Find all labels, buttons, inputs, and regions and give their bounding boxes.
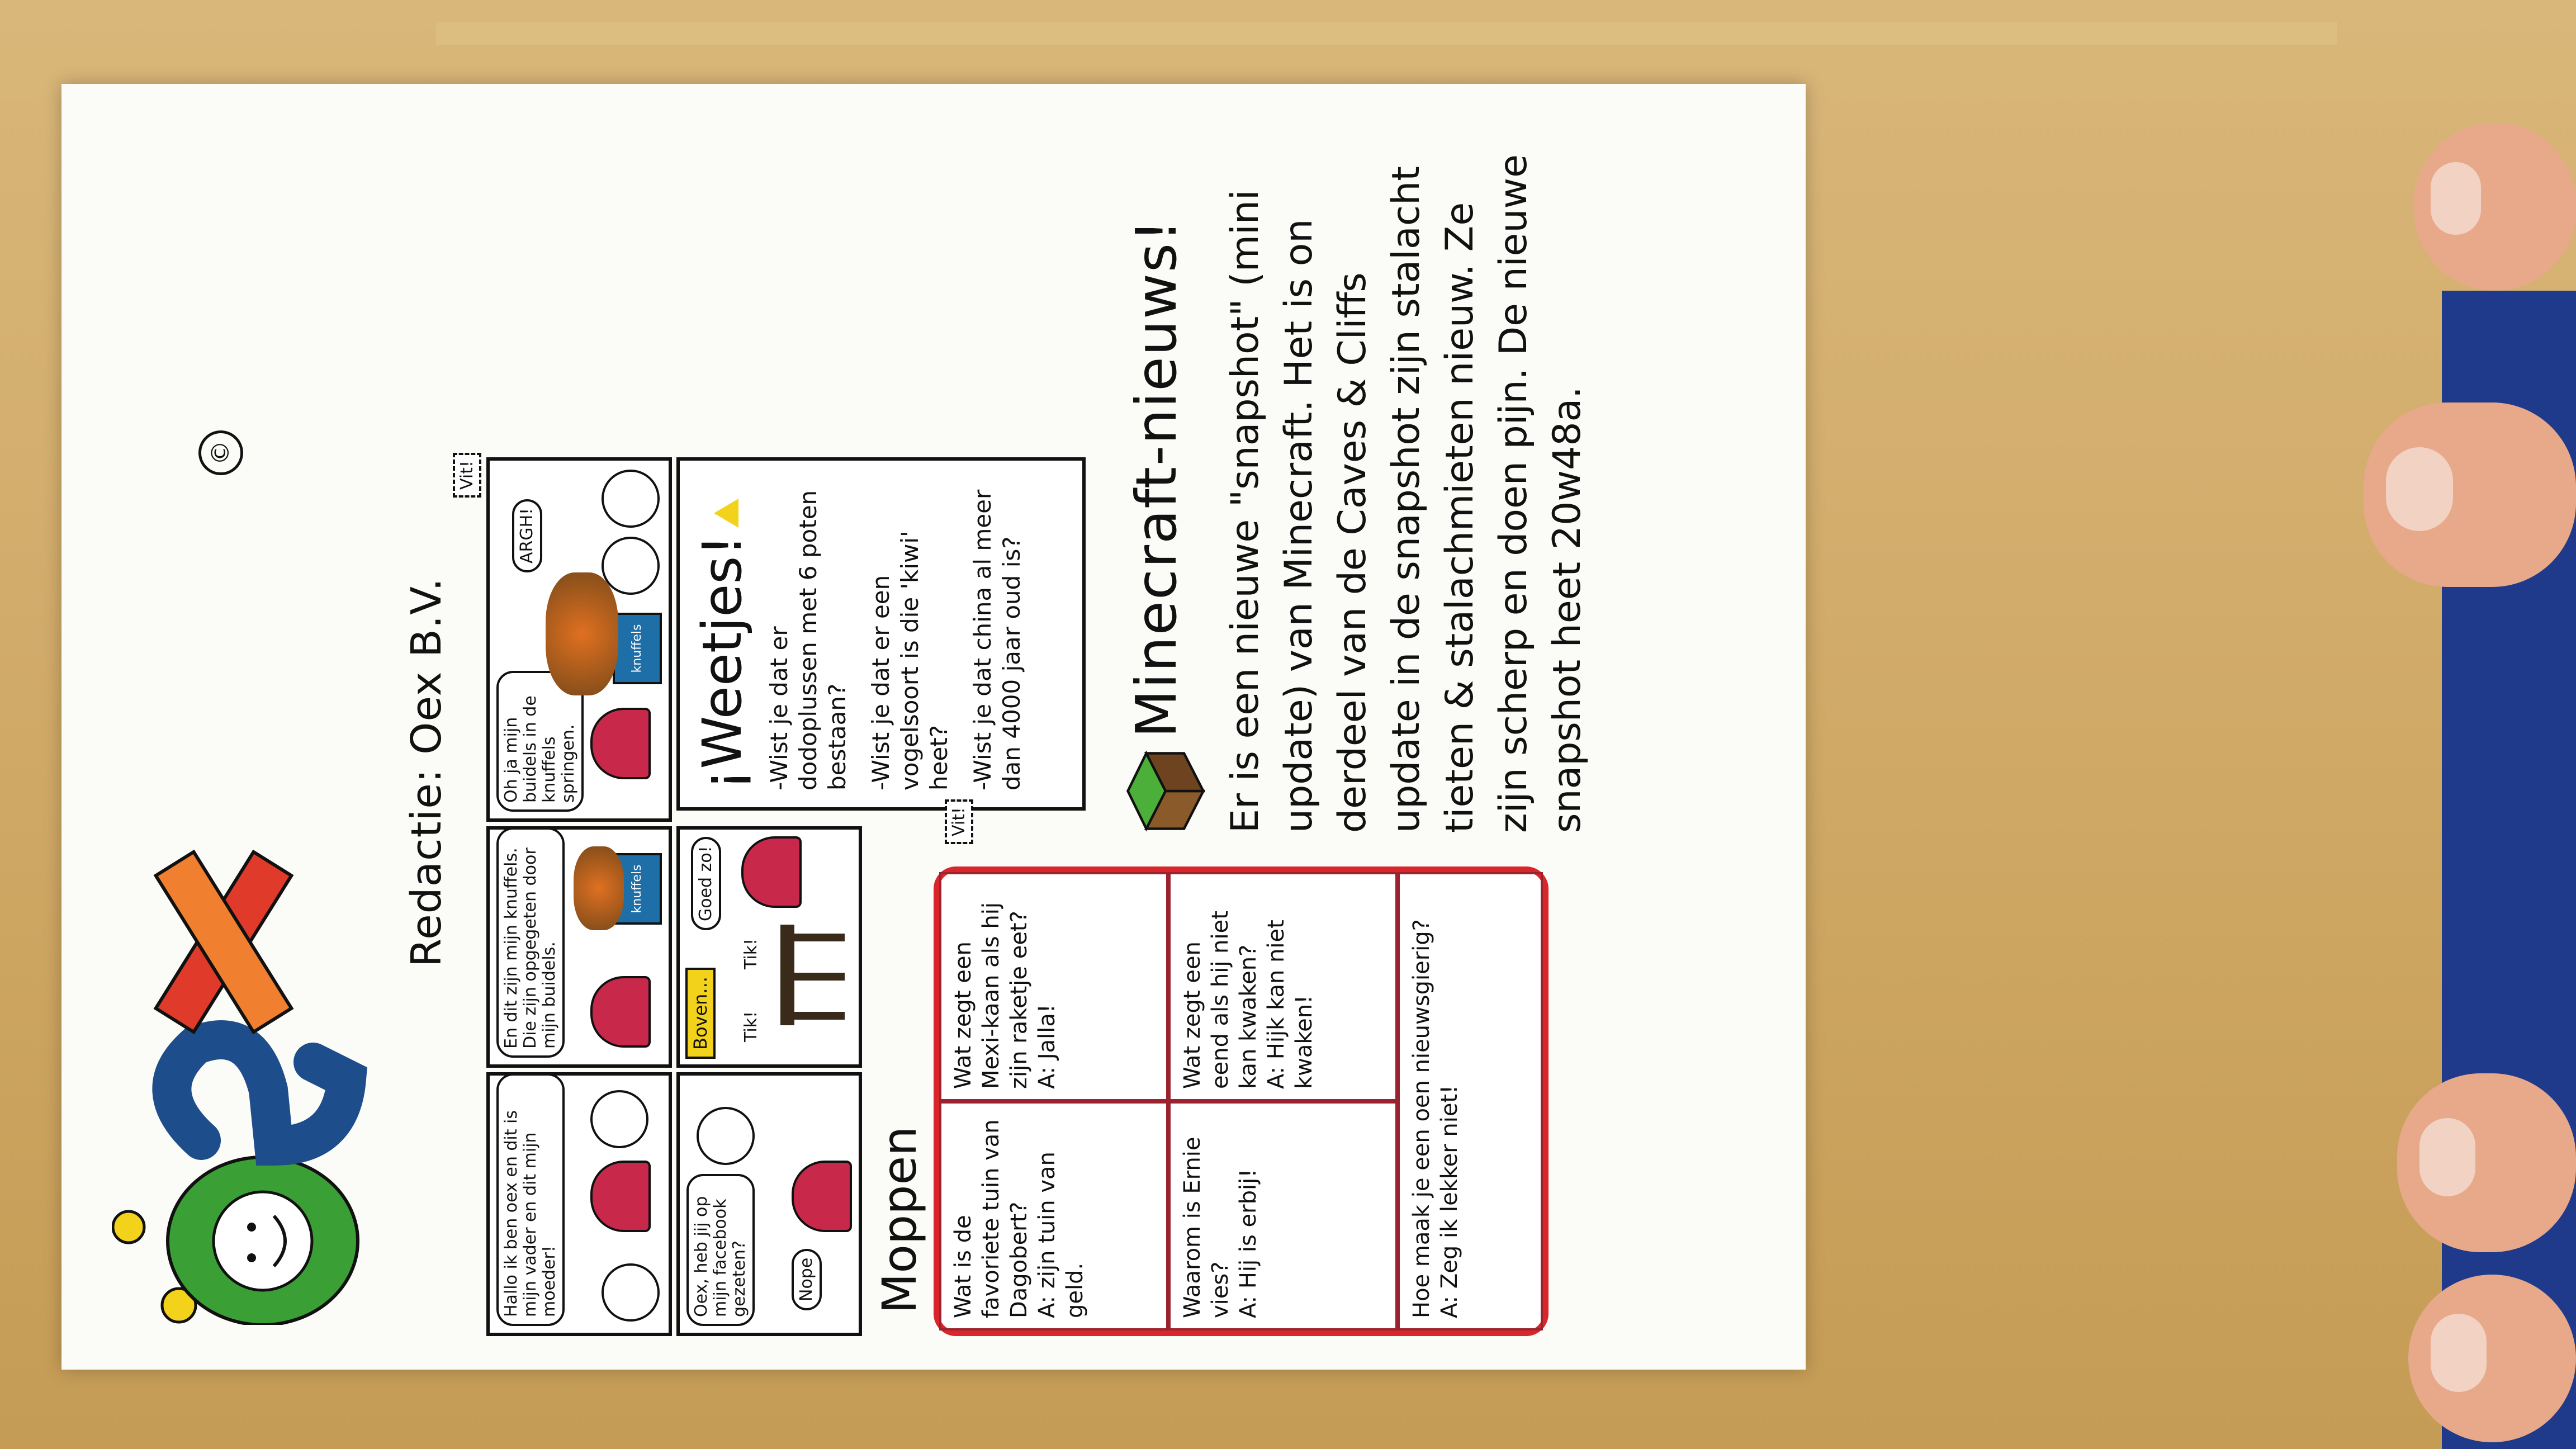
joke-answer: A: Hij is erbij! — [1235, 1168, 1261, 1318]
minecraft-body: Er is een nieuwe "snapshot" (mini update… — [1223, 154, 1589, 833]
moppen-title: Moppen — [872, 1126, 927, 1314]
joke-item: Hoe maak je een oen nieuwsgierig? A: Zeg … — [1398, 872, 1543, 1330]
oex-character — [590, 708, 651, 779]
parent-head — [697, 1107, 755, 1165]
sound-effect: Tik! — [741, 1011, 761, 1042]
joke-item: Wat is de favoriete tuin van Dagobert? A:… — [939, 1101, 1168, 1330]
finger-bottom — [2408, 1275, 2576, 1442]
joke-question: Wat is de favoriete tuin van Dagobert? — [950, 1119, 1032, 1318]
finger-top — [2414, 123, 2576, 291]
grass-block-icon — [1126, 750, 1206, 832]
redactie-credit: Redactie: Oex B.V. — [402, 577, 451, 967]
table-drawing — [780, 925, 845, 1025]
oex-character — [792, 1161, 852, 1232]
speech-bubble: Oex, heb jij op mijn facebook gezeten? — [686, 1174, 755, 1326]
finger-lower — [2397, 1073, 2576, 1252]
joke-answer: A: zijn tuin van geld. — [1034, 1152, 1088, 1318]
copyright-symbol: © — [198, 430, 243, 475]
mother-head — [590, 1090, 648, 1148]
speech-bubble: En dit zijn mijn knuffels. Die zijn opge… — [496, 827, 565, 1058]
joke-item: Wat zegt een Mexi-kaan als hij zijn rake… — [939, 872, 1168, 1101]
comic-panel-1: Hallo ik ben oex en dit is mijn vader en… — [486, 1072, 672, 1336]
weetjes-box: ¡Weetjes! -Wist je dat er dodoplussen me… — [676, 457, 1086, 811]
joke-question: Wat zegt een eend als hij niet kan kwake… — [1180, 911, 1261, 1089]
parent-head — [602, 537, 660, 595]
vit-tag: Vit! — [945, 799, 973, 844]
oex-character — [590, 976, 651, 1048]
reply-bubble: Nope — [792, 1248, 822, 1310]
joke-item: Waarom is Ernie vies? A: Hij is erbij! — [1168, 1101, 1398, 1330]
minecraft-title: Minecraft-nieuws! — [1124, 218, 1189, 738]
joke-item: Wat zegt een eend als hij niet kan kwake… — [1168, 872, 1398, 1101]
plush-pile — [546, 572, 618, 695]
caption-label: Boven... — [685, 968, 716, 1059]
joke-question: Hoe maak je een oen nieuwsgierig? — [1409, 919, 1434, 1318]
joke-question: Wat zegt een Mexi-kaan als hij zijn rake… — [950, 902, 1032, 1089]
joke-answer: A: Hijk kan niet kwaken! — [1263, 920, 1317, 1089]
weetjes-item: -Wist je dat er een vogelsoort is die 'k… — [867, 531, 953, 790]
newsletter-photo: © Redactie: Oex B.V. Hallo ik ben oex en… — [34, 61, 1834, 1392]
comic-panel-5: Boven... Goed zo! Tik! Tik! — [676, 826, 862, 1068]
oex-logo — [112, 849, 367, 1325]
knuffels-box: knuffels — [613, 613, 662, 684]
sound-effect: Tik! — [741, 938, 761, 969]
plush-pile — [574, 846, 624, 930]
weetjes-title: ¡Weetjes! — [691, 477, 754, 790]
moppen-box: Wat is de favoriete tuin van Dagobert? A:… — [934, 866, 1549, 1336]
finger-middle — [2364, 402, 2576, 587]
newsletter-page: © Redactie: Oex B.V. Hallo ik ben oex en… — [61, 84, 1806, 1370]
vit-tag: Vit! — [453, 453, 481, 498]
weetjes-item: -Wist je dat china al meer dan 4000 jaar… — [969, 489, 1025, 790]
table-edge — [436, 22, 2337, 45]
oex-character — [741, 836, 802, 908]
comic-panel-2: En dit zijn mijn knuffels. Die zijn opge… — [486, 826, 672, 1068]
parent-head — [602, 470, 660, 528]
speech-bubble: Goed zo! — [691, 837, 721, 930]
comic-panel-3: Oh ja mijn buidels in de knuffels spring… — [486, 457, 672, 822]
joke-answer: A: Jalla! — [1034, 1004, 1060, 1089]
joke-question: Waarom is Ernie vies? — [1180, 1137, 1233, 1319]
comic-panel-4: Oex, heb jij op mijn facebook gezeten? N… — [676, 1072, 862, 1336]
father-head — [602, 1263, 660, 1322]
oex-character — [590, 1161, 651, 1232]
weetjes-item: -Wist je dat er dodoplussen met 6 poten … — [765, 490, 851, 790]
warning-triangle-icon — [713, 499, 738, 528]
joke-answer: A: Zeg ik lekker niet! — [1437, 1085, 1462, 1318]
speech-bubble: Hallo ik ben oex en dit is mijn vader en… — [496, 1073, 565, 1326]
shout-bubble: ARGH! — [512, 499, 542, 572]
